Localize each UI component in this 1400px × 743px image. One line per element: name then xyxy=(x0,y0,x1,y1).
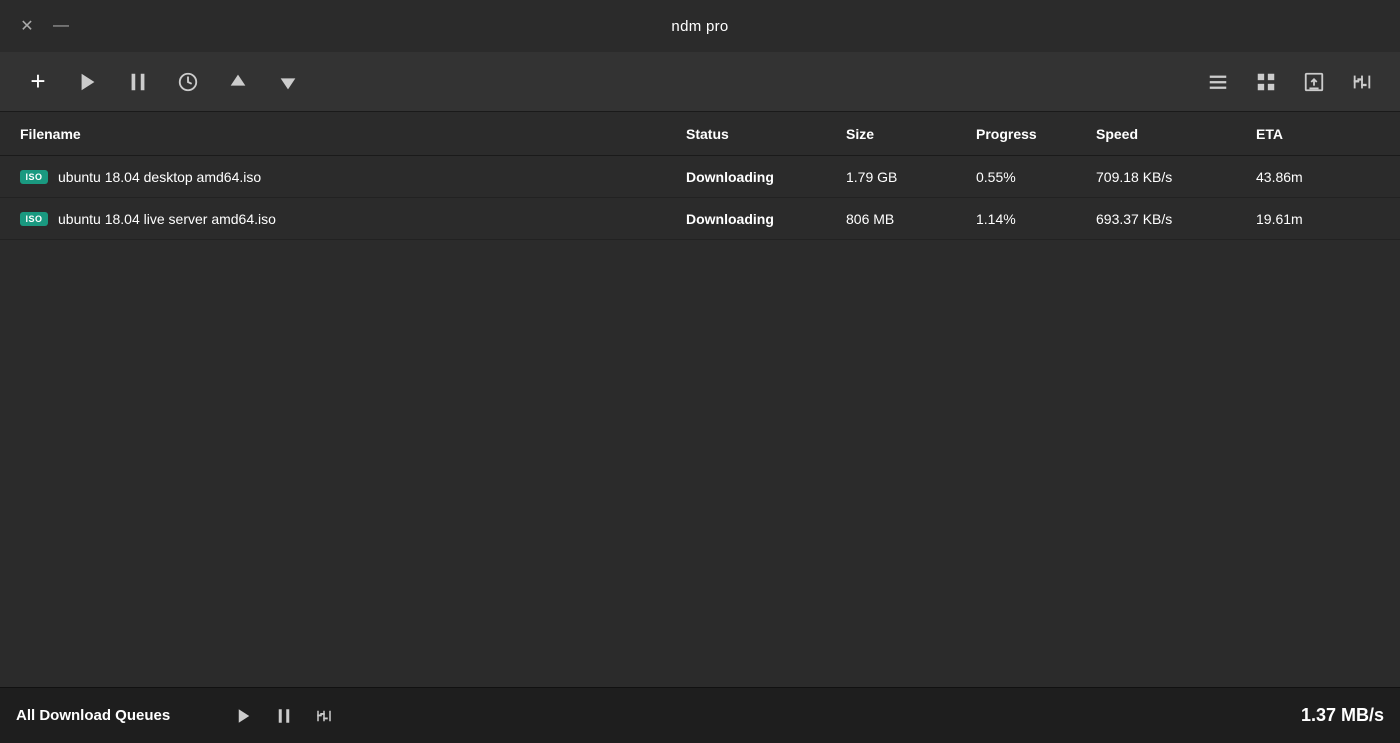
bottom-filter-button[interactable] xyxy=(306,698,342,734)
toolbar-right xyxy=(1196,60,1384,104)
list-view-button[interactable] xyxy=(1196,60,1240,104)
total-speed: 1.37 MB/s xyxy=(1301,705,1384,726)
speed-cell: 693.37 KB/s xyxy=(1088,211,1248,227)
arrow-down-icon xyxy=(277,71,299,93)
bottom-pause-icon xyxy=(275,707,293,725)
bottom-bar: All Download Queues 1.37 MB/s xyxy=(0,687,1400,743)
bottom-play-icon xyxy=(235,707,253,725)
clock-icon xyxy=(177,71,199,93)
progress-cell: 1.14% xyxy=(968,211,1088,227)
bottom-pause-button[interactable] xyxy=(266,698,302,734)
header-progress: Progress xyxy=(968,126,1088,142)
grid-view-button[interactable] xyxy=(1244,60,1288,104)
toolbar-left: + xyxy=(16,60,1196,104)
filename-cell: ISO ubuntu 18.04 desktop amd64.iso xyxy=(12,169,678,185)
close-button[interactable]: ✕ xyxy=(16,15,38,37)
filter-button[interactable] xyxy=(1340,60,1384,104)
eta-cell: 43.86m xyxy=(1248,169,1368,185)
bottom-play-button[interactable] xyxy=(226,698,262,734)
header-status: Status xyxy=(678,126,838,142)
add-download-button[interactable]: + xyxy=(16,60,60,104)
size-cell: 806 MB xyxy=(838,211,968,227)
app-title: ndm pro xyxy=(671,18,728,35)
pause-button[interactable] xyxy=(116,60,160,104)
queue-label: All Download Queues xyxy=(16,707,206,724)
export-button[interactable] xyxy=(1292,60,1336,104)
grid-view-icon xyxy=(1255,71,1277,93)
filename-text: ubuntu 18.04 desktop amd64.iso xyxy=(58,169,261,185)
play-button[interactable] xyxy=(66,60,110,104)
progress-cell: 0.55% xyxy=(968,169,1088,185)
eta-cell: 19.61m xyxy=(1248,211,1368,227)
minimize-button[interactable]: — xyxy=(50,15,72,37)
header-size: Size xyxy=(838,126,968,142)
bottom-controls xyxy=(226,698,342,734)
play-icon xyxy=(77,71,99,93)
title-bar: ✕ — ndm pro xyxy=(0,0,1400,52)
iso-badge: ISO xyxy=(20,170,48,184)
schedule-button[interactable] xyxy=(166,60,210,104)
status-cell: Downloading xyxy=(678,211,838,227)
pause-icon xyxy=(127,71,149,93)
status-cell: Downloading xyxy=(678,169,838,185)
header-filename: Filename xyxy=(12,126,678,142)
speed-cell: 709.18 KB/s xyxy=(1088,169,1248,185)
list-view-icon xyxy=(1207,71,1229,93)
arrow-up-icon xyxy=(227,71,249,93)
header-eta: ETA xyxy=(1248,126,1368,142)
table-row[interactable]: ISO ubuntu 18.04 desktop amd64.iso Downl… xyxy=(0,156,1400,198)
toolbar: + xyxy=(0,52,1400,112)
filename-text: ubuntu 18.04 live server amd64.iso xyxy=(58,211,276,227)
move-down-button[interactable] xyxy=(266,60,310,104)
table-body: ISO ubuntu 18.04 desktop amd64.iso Downl… xyxy=(0,156,1400,687)
export-icon xyxy=(1303,71,1325,93)
iso-badge: ISO xyxy=(20,212,48,226)
bottom-sliders-icon xyxy=(315,707,333,725)
window-controls: ✕ — xyxy=(16,15,72,37)
table-header: Filename Status Size Progress Speed ETA xyxy=(0,112,1400,156)
size-cell: 1.79 GB xyxy=(838,169,968,185)
table-row[interactable]: ISO ubuntu 18.04 live server amd64.iso D… xyxy=(0,198,1400,240)
move-up-button[interactable] xyxy=(216,60,260,104)
header-speed: Speed xyxy=(1088,126,1248,142)
filename-cell: ISO ubuntu 18.04 live server amd64.iso xyxy=(12,211,678,227)
sliders-icon xyxy=(1351,71,1373,93)
